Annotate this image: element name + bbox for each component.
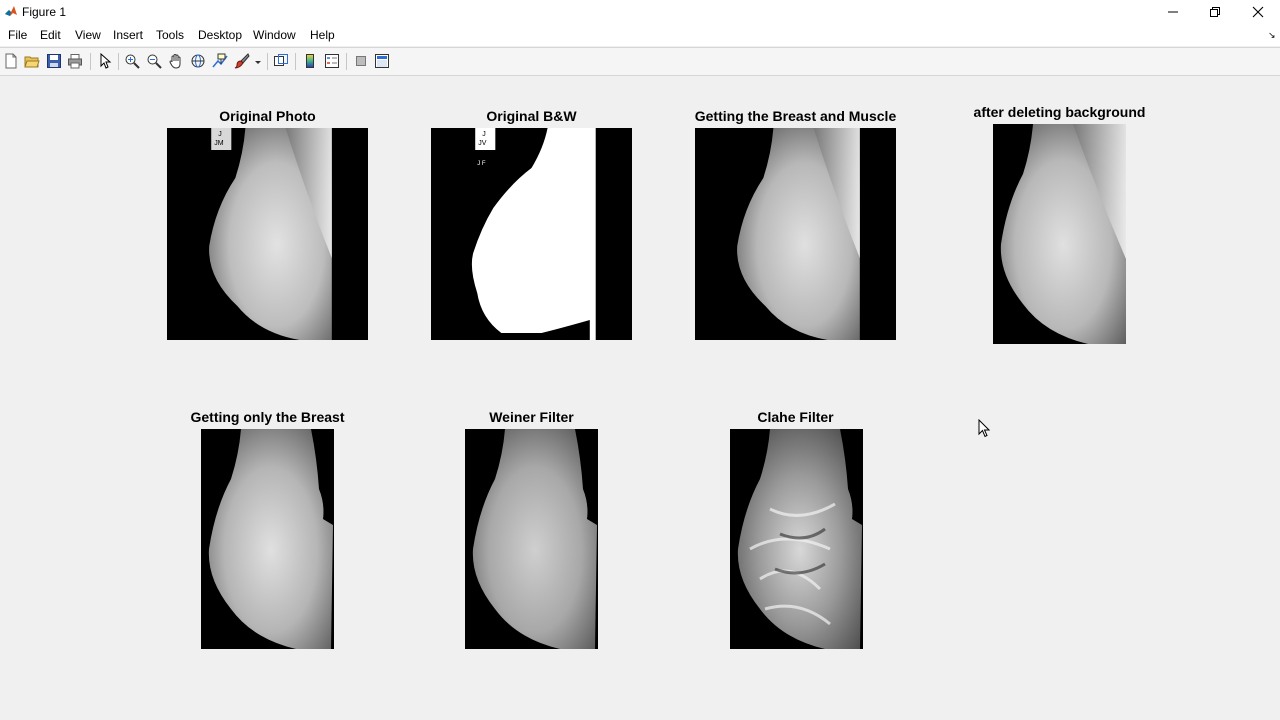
print-button[interactable] [67, 53, 83, 69]
toolbar-separator [90, 53, 91, 70]
brush-dropdown[interactable] [253, 53, 263, 69]
restore-icon [1210, 7, 1220, 17]
insert-legend-icon [325, 54, 339, 68]
save-icon [47, 54, 61, 68]
image-after-deleting-background[interactable] [993, 124, 1126, 344]
brush-button[interactable] [234, 53, 250, 69]
minimize-button[interactable] [1151, 0, 1195, 24]
menu-tools[interactable]: Tools [156, 28, 184, 42]
bw-marker-top: J [482, 131, 486, 138]
insert-colorbar-icon [306, 54, 314, 68]
hide-plot-tools-icon [356, 56, 366, 66]
image-breast-and-muscle[interactable] [695, 128, 896, 340]
bw-marker-small: J F [477, 161, 486, 167]
dock-arrow-icon[interactable]: ↘ [1268, 30, 1276, 41]
axes-title-weiner-filter: Weiner Filter [489, 409, 574, 425]
film-marker-bottom: JM [214, 140, 224, 147]
bw-marker-bottom: JV [478, 140, 487, 147]
insert-colorbar-button[interactable] [302, 53, 318, 69]
menu-window[interactable]: Window [253, 28, 296, 42]
menu-desktop[interactable]: Desktop [198, 28, 242, 42]
zoom-in-button[interactable] [124, 53, 140, 69]
restore-button[interactable] [1193, 0, 1237, 24]
film-marker-top: J [218, 131, 222, 138]
mammogram-image [465, 429, 598, 649]
matlab-app-icon [4, 4, 18, 18]
show-plot-tools-icon [375, 54, 389, 68]
save-button[interactable] [46, 53, 62, 69]
mouse-cursor-icon [978, 419, 990, 438]
axes-title-only-breast: Getting only the Breast [190, 409, 345, 425]
mammogram-image [201, 429, 334, 649]
edit-plot-button[interactable] [97, 53, 113, 69]
link-plot-button[interactable] [273, 53, 289, 69]
title-bar: Figure 1 [0, 0, 1280, 24]
brush-icon [234, 53, 250, 69]
axes-title-original-photo: Original Photo [219, 108, 316, 124]
dropdown-arrow-icon [255, 61, 261, 64]
toolbar-separator [267, 53, 268, 70]
binary-mask-image: J JV J F [431, 128, 632, 340]
pan-button[interactable] [168, 53, 184, 69]
open-file-icon [24, 56, 40, 68]
print-icon [68, 54, 82, 69]
hide-plot-tools-button[interactable] [353, 53, 369, 69]
image-original-bw[interactable]: J JV J F [431, 128, 632, 340]
rotate-3d-icon [191, 54, 205, 68]
link-plot-icon [274, 54, 288, 66]
menu-help[interactable]: Help [310, 28, 335, 42]
axes-title-breast-and-muscle: Getting the Breast and Muscle [694, 108, 897, 124]
zoom-in-icon [125, 54, 140, 69]
mammogram-image [993, 124, 1126, 344]
zoom-out-icon [147, 54, 162, 69]
menu-bar: File Edit View Insert Tools Desktop Wind… [0, 24, 1280, 46]
show-plot-tools-button[interactable] [374, 53, 390, 69]
axes-title-after-deleting-background: after deleting background [973, 104, 1146, 120]
insert-legend-button[interactable] [324, 53, 340, 69]
mammogram-image [730, 429, 863, 649]
close-icon [1252, 6, 1264, 18]
menu-insert[interactable]: Insert [113, 28, 143, 42]
axes-title-clahe-filter: Clahe Filter [757, 409, 834, 425]
image-weiner-filter[interactable] [465, 429, 598, 649]
minimize-icon [1168, 11, 1178, 13]
open-file-button[interactable] [24, 53, 40, 69]
toolbar-separator [295, 53, 296, 70]
close-button[interactable] [1236, 0, 1280, 24]
menu-edit[interactable]: Edit [40, 28, 61, 42]
data-cursor-button[interactable] [212, 53, 228, 69]
edit-plot-icon [100, 53, 112, 69]
axes-title-original-bw: Original B&W [486, 108, 577, 124]
data-cursor-icon [212, 53, 228, 68]
pan-icon [169, 54, 181, 69]
rotate-3d-button[interactable] [190, 53, 206, 69]
image-only-breast[interactable] [201, 429, 334, 649]
image-original-photo[interactable]: J JM [167, 128, 368, 340]
new-figure-icon [5, 53, 17, 69]
zoom-out-button[interactable] [146, 53, 162, 69]
image-clahe-filter[interactable] [730, 429, 863, 649]
figure-toolbar [0, 47, 1280, 76]
menu-file[interactable]: File [8, 28, 27, 42]
menu-view[interactable]: View [75, 28, 101, 42]
new-figure-button[interactable] [3, 53, 19, 69]
mammogram-image [695, 128, 896, 340]
toolbar-separator [118, 53, 119, 70]
mammogram-image: J JM [167, 128, 368, 340]
window-title: Figure 1 [22, 5, 67, 19]
toolbar-separator [346, 53, 347, 70]
